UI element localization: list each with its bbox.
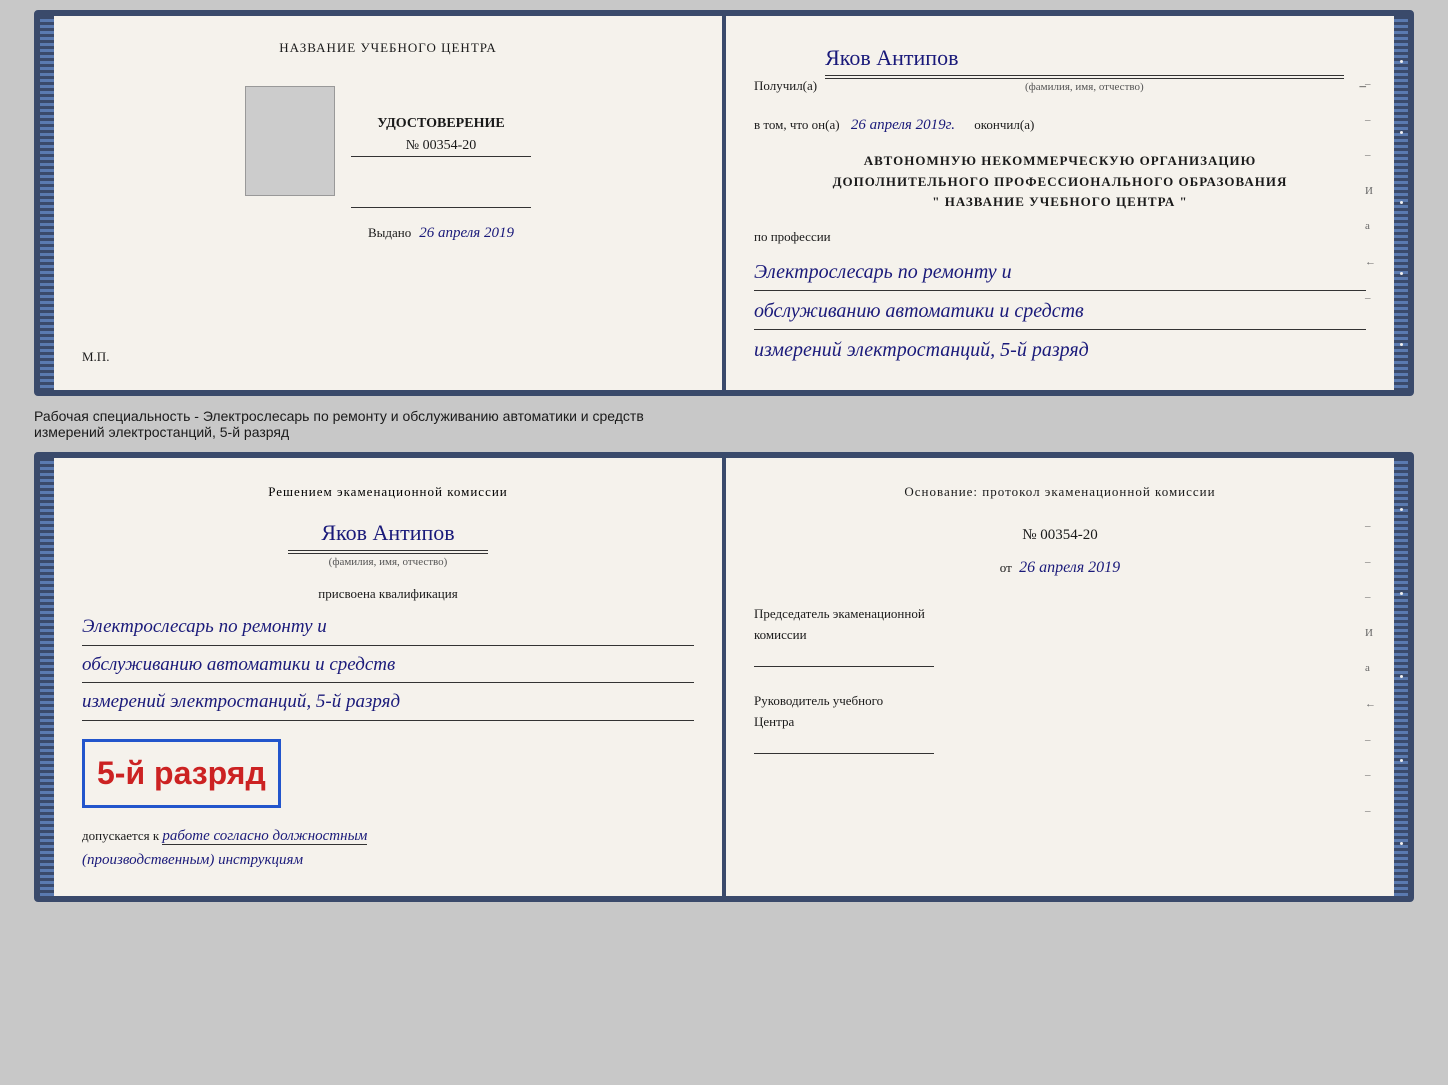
allowed-text: работе согласно должностным <box>162 828 367 845</box>
org-line1: АВТОНОМНУЮ НЕКОММЕРЧЕСКУЮ ОРГАНИЗАЦИЮ <box>754 151 1366 172</box>
left-spine-bottom <box>40 458 54 896</box>
issued-date: 26 апреля 2019 <box>419 225 514 241</box>
in-that-section: в том, что он(а) 26 апреля 2019г. окончи… <box>754 113 1366 137</box>
protocol-date: 26 апреля 2019 <box>1019 559 1120 576</box>
recipient-name: Яков Антипов <box>825 45 958 70</box>
head-label2: Центра <box>754 712 1366 733</box>
protocol-date-label: от <box>1000 560 1012 575</box>
in-that-label: в том, что он(а) <box>754 117 840 132</box>
grade-badge-section: 5-й разряд <box>82 731 694 816</box>
basis-label: Основание: протокол экаменационной комис… <box>904 484 1215 499</box>
top-center-title: НАЗВАНИЕ УЧЕБНОГО ЦЕНТРА <box>82 40 694 56</box>
profession-label: по профессии <box>754 227 1366 248</box>
allowed-label: допускается к <box>82 828 159 843</box>
issued-label: Выдано <box>368 225 411 240</box>
qual-line2: обслуживанию автоматики и средств <box>82 650 694 683</box>
chairman-label2: комиссии <box>754 625 1366 646</box>
head-section: Руководитель учебного Центра <box>754 691 1366 754</box>
allowed-section: допускается к работе согласно должностны… <box>82 824 694 872</box>
bottom-book: Решением экаменационной комиссии Яков Ан… <box>34 452 1414 902</box>
chairman-section: Председатель экаменационной комиссии <box>754 604 1366 667</box>
bottom-left-page: Решением экаменационной комиссии Яков Ан… <box>54 458 722 896</box>
cert-label: УДОСТОВЕРЕНИЕ <box>351 116 531 132</box>
bottom-person-section: Яков Антипов (фамилия, имя, отчество) <box>82 515 694 572</box>
specialty-line3: измерений электростанций, 5-й разряд <box>754 334 1366 366</box>
profession-section: по профессии Электрослесарь по ремонту и… <box>754 227 1366 366</box>
bottom-qual-lines: Электрослесарь по ремонту и обслуживанию… <box>82 612 694 720</box>
org-line2: ДОПОЛНИТЕЛЬНОГО ПРОФЕССИОНАЛЬНОГО ОБРАЗО… <box>754 172 1366 193</box>
specialty-section: Электрослесарь по ремонту и обслуживанию… <box>754 256 1366 366</box>
completed-date: 26 апреля 2019г. <box>851 117 955 133</box>
right-spine-top <box>1394 16 1408 390</box>
specialty-line1: Электрослесарь по ремонту и <box>754 256 1366 291</box>
org-line3: " НАЗВАНИЕ УЧЕБНОГО ЦЕНТРА " <box>754 192 1366 213</box>
bottom-person-sublabel: (фамилия, имя, отчество) <box>288 553 488 572</box>
protocol-number: № 00354-20 <box>1022 527 1098 543</box>
recipient-section: Получил(а) Яков Антипов (фамилия, имя, о… <box>754 40 1366 97</box>
qualification-label: присвоена квалификация <box>318 586 457 601</box>
bottom-person-name: Яков Антипов <box>82 515 694 550</box>
qualification-label-section: присвоена квалификация <box>82 584 694 605</box>
right-spine-bottom <box>1394 458 1408 896</box>
between-label: Рабочая специальность - Электрослесарь п… <box>34 404 1414 444</box>
qual-line1: Электрослесарь по ремонту и <box>82 612 694 645</box>
completed-label: окончил(а) <box>974 117 1034 132</box>
commission-label: Решением экаменационной комиссии <box>82 482 694 503</box>
recipient-sub-label: (фамилия, имя, отчество) <box>825 78 1343 97</box>
chairman-label: Председатель экаменационной <box>754 604 1366 625</box>
cert-number: № 00354-20 <box>406 138 477 153</box>
allowed-text2: (производственным) инструкциям <box>82 848 694 872</box>
document-container: НАЗВАНИЕ УЧЕБНОГО ЦЕНТРА УДОСТОВЕРЕНИЕ №… <box>34 10 1414 902</box>
protocol-number-section: № 00354-20 <box>754 523 1366 547</box>
bottom-right-page: Основание: протокол экаменационной комис… <box>726 458 1394 896</box>
received-label: Получил(а) <box>754 76 817 97</box>
top-left-content: НАЗВАНИЕ УЧЕБНОГО ЦЕНТРА УДОСТОВЕРЕНИЕ №… <box>82 40 694 366</box>
specialty-line2: обслуживанию автоматики и средств <box>754 295 1366 330</box>
left-spine-top <box>40 16 54 390</box>
mp-label: М.П. <box>82 349 109 364</box>
grade-badge: 5-й разряд <box>82 739 281 808</box>
grade-badge-text: 5-й разряд <box>97 755 266 791</box>
basis-section: Основание: протокол экаменационной комис… <box>754 482 1366 503</box>
right-margin-top: – – – И а ← – <box>1365 76 1376 307</box>
head-label: Руководитель учебного <box>754 691 1366 712</box>
qual-line3: измерений электростанций, 5-й разряд <box>82 687 694 720</box>
top-left-page: НАЗВАНИЕ УЧЕБНОГО ЦЕНТРА УДОСТОВЕРЕНИЕ №… <box>54 16 722 390</box>
chairman-signature <box>754 666 934 667</box>
right-margin-bottom: – – – И а ← – – – <box>1365 518 1376 820</box>
head-signature <box>754 753 934 754</box>
protocol-date-section: от 26 апреля 2019 <box>754 555 1366 581</box>
top-book: НАЗВАНИЕ УЧЕБНОГО ЦЕНТРА УДОСТОВЕРЕНИЕ №… <box>34 10 1414 396</box>
org-section: АВТОНОМНУЮ НЕКОММЕРЧЕСКУЮ ОРГАНИЗАЦИЮ ДО… <box>754 151 1366 213</box>
photo-placeholder <box>245 86 335 196</box>
between-label-text: Рабочая специальность - Электрослесарь п… <box>34 408 644 440</box>
top-right-page: Получил(а) Яков Антипов (фамилия, имя, о… <box>726 16 1394 390</box>
